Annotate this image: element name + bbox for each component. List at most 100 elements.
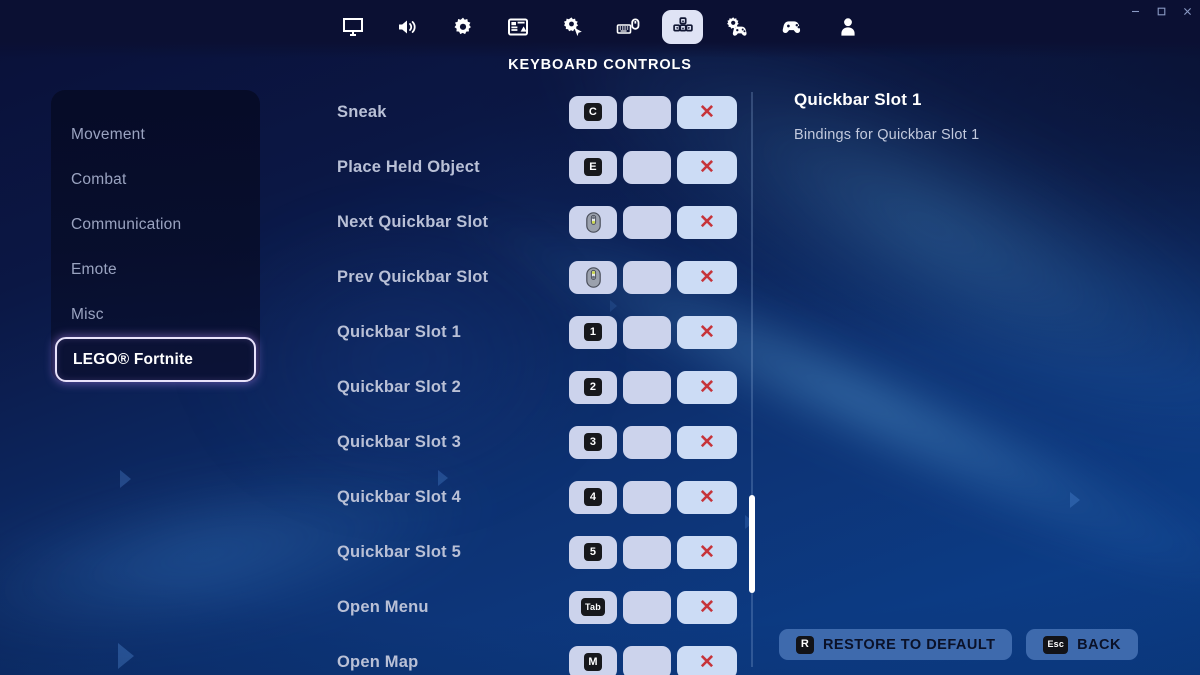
- keybinding-label: Open Menu: [337, 597, 429, 616]
- close-icon[interactable]: [1174, 0, 1200, 22]
- secondary-binding-slot[interactable]: [623, 260, 671, 294]
- scrollbar-thumb[interactable]: [749, 495, 755, 593]
- clear-binding-button[interactable]: ✕: [677, 150, 737, 184]
- back-button[interactable]: Esc BACK: [1026, 629, 1138, 660]
- restore-to-default-label: RESTORE TO DEFAULT: [822, 636, 996, 653]
- clear-binding-button[interactable]: ✕: [677, 95, 737, 129]
- detail-panel: Quickbar Slot 1 Bindings for Quickbar Sl…: [794, 90, 1134, 143]
- primary-binding-slot[interactable]: 3: [569, 425, 617, 459]
- hud-layout-icon: [506, 15, 530, 39]
- sidebar-item-emote[interactable]: Emote: [51, 247, 260, 292]
- controller-settings-icon: [726, 15, 750, 39]
- secondary-binding-slot[interactable]: [623, 645, 671, 675]
- primary-binding-slot[interactable]: C: [569, 95, 617, 129]
- clear-binding-button[interactable]: ✕: [677, 590, 737, 624]
- restore-to-default-button[interactable]: R RESTORE TO DEFAULT: [778, 629, 1013, 660]
- sidebar-item-label: Communication: [71, 215, 182, 233]
- tab-game[interactable]: [442, 10, 483, 44]
- keybinding-row: Quickbar Slot 2 2 ✕: [337, 370, 737, 404]
- close-icon: ✕: [699, 101, 715, 123]
- gear-icon: [451, 15, 475, 39]
- monitor-icon: [341, 15, 365, 39]
- tab-input[interactable]: [607, 10, 648, 44]
- settings-tab-list: [332, 10, 868, 44]
- tab-keyboard-controls[interactable]: [662, 10, 703, 44]
- primary-binding-slot[interactable]: M: [569, 645, 617, 675]
- page-title: KEYBOARD CONTROLS: [508, 57, 692, 73]
- tab-controller-controls[interactable]: [772, 10, 813, 44]
- primary-binding-slot[interactable]: Tab: [569, 590, 617, 624]
- keybinding-label: Place Held Object: [337, 157, 480, 176]
- keybinding-label: Open Map: [337, 652, 419, 671]
- secondary-binding-slot[interactable]: [623, 150, 671, 184]
- controller-icon: [781, 15, 805, 39]
- keycap-glyph: 3: [584, 433, 602, 451]
- mouse-wheel-down-icon: [585, 211, 601, 233]
- tab-video[interactable]: [332, 10, 373, 44]
- keycap-glyph: E: [584, 158, 602, 176]
- clear-binding-button[interactable]: ✕: [677, 480, 737, 514]
- tab-hud-layout[interactable]: [497, 10, 538, 44]
- tab-audio[interactable]: [387, 10, 428, 44]
- keybinding-row: Quickbar Slot 4 4 ✕: [337, 480, 737, 514]
- keybinding-row: Place Held Object E ✕: [337, 150, 737, 184]
- keybinding-label: Quickbar Slot 2: [337, 377, 462, 396]
- clear-binding-button[interactable]: ✕: [677, 205, 737, 239]
- secondary-binding-slot[interactable]: [623, 480, 671, 514]
- secondary-binding-slot[interactable]: [623, 205, 671, 239]
- keybinding-row: Quickbar Slot 1 1 ✕: [337, 315, 737, 349]
- secondary-binding-slot[interactable]: [623, 425, 671, 459]
- secondary-binding-slot[interactable]: [623, 315, 671, 349]
- tab-accessibility[interactable]: [552, 10, 593, 44]
- clear-binding-button[interactable]: ✕: [677, 370, 737, 404]
- window-controls: [1122, 0, 1200, 22]
- clear-binding-button[interactable]: ✕: [677, 535, 737, 569]
- maximize-icon[interactable]: [1148, 0, 1174, 22]
- accessibility-cursor-icon: [561, 15, 585, 39]
- close-icon: ✕: [699, 156, 715, 178]
- sidebar-item-label: Movement: [71, 125, 145, 143]
- secondary-binding-slot[interactable]: [623, 535, 671, 569]
- keybinding-label: Quickbar Slot 1: [337, 322, 462, 341]
- primary-binding-slot[interactable]: 4: [569, 480, 617, 514]
- primary-binding-slot[interactable]: [569, 260, 617, 294]
- keybinding-list: Sneak C ✕ Place Held Object E ✕ Next Quickbar …: [337, 90, 737, 675]
- keybinding-row: Prev Quickbar Slot ✕: [337, 260, 737, 294]
- sidebar-item-movement[interactable]: Movement: [51, 112, 260, 157]
- tab-controller-settings[interactable]: [717, 10, 758, 44]
- primary-binding-slot[interactable]: [569, 205, 617, 239]
- keybinding-label: Next Quickbar Slot: [337, 212, 489, 231]
- tab-account[interactable]: [827, 10, 868, 44]
- primary-binding-slot[interactable]: 5: [569, 535, 617, 569]
- keybinding-row: Open Map M ✕: [337, 645, 737, 675]
- close-icon: ✕: [699, 321, 715, 343]
- clear-binding-button[interactable]: ✕: [677, 425, 737, 459]
- primary-binding-slot[interactable]: E: [569, 150, 617, 184]
- clear-binding-button[interactable]: ✕: [677, 260, 737, 294]
- secondary-binding-slot[interactable]: [623, 370, 671, 404]
- minimize-icon[interactable]: [1122, 0, 1148, 22]
- keycap-glyph: Tab: [581, 598, 605, 616]
- clear-binding-button[interactable]: ✕: [677, 315, 737, 349]
- sidebar-item-lego-fortnite[interactable]: LEGO® Fortnite: [55, 337, 256, 382]
- back-label: BACK: [1077, 636, 1121, 653]
- keycap-glyph: R: [795, 635, 814, 654]
- keybinding-row: Open Menu Tab ✕: [337, 590, 737, 624]
- secondary-binding-slot[interactable]: [623, 95, 671, 129]
- close-icon: ✕: [699, 486, 715, 508]
- keyboard-controls-icon: [671, 15, 695, 39]
- clear-binding-button[interactable]: ✕: [677, 645, 737, 675]
- primary-binding-slot[interactable]: 2: [569, 370, 617, 404]
- sidebar-item-communication[interactable]: Communication: [51, 202, 260, 247]
- keycap-glyph: 5: [584, 543, 602, 561]
- sidebar-item-label: LEGO® Fortnite: [73, 350, 194, 368]
- primary-binding-slot[interactable]: 1: [569, 315, 617, 349]
- sidebar-item-combat[interactable]: Combat: [51, 157, 260, 202]
- secondary-binding-slot[interactable]: [623, 590, 671, 624]
- triangle-particle: [1070, 492, 1080, 508]
- keybinding-label: Quickbar Slot 3: [337, 432, 462, 451]
- sidebar-item-misc[interactable]: Misc: [51, 292, 260, 337]
- mouse-wheel-up-icon: [585, 266, 601, 288]
- sidebar-item-label: Combat: [71, 170, 127, 188]
- close-icon: ✕: [699, 651, 715, 673]
